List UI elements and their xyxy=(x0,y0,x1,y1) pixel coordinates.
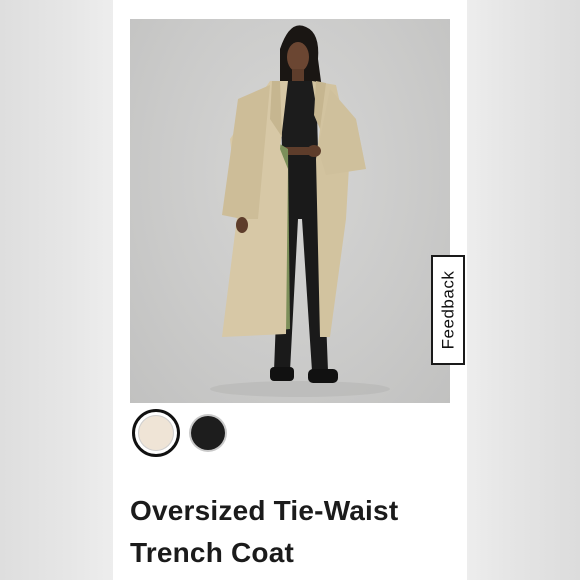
product-image[interactable] xyxy=(130,19,450,403)
model-illustration xyxy=(210,25,390,397)
feedback-label: Feedback xyxy=(438,270,458,350)
product-card: Feedback Oversized Tie-Waist Trench Coat xyxy=(113,0,467,580)
feedback-tab[interactable]: Feedback xyxy=(431,255,465,365)
swatch-trench-color xyxy=(138,415,174,451)
background-left xyxy=(0,0,113,580)
swatch-black[interactable] xyxy=(184,409,232,457)
swatch-trench-selected[interactable] xyxy=(132,409,180,457)
product-title: Oversized Tie-Waist Trench Coat xyxy=(130,495,399,568)
background-right xyxy=(467,0,580,580)
swatch-black-color xyxy=(191,416,225,450)
